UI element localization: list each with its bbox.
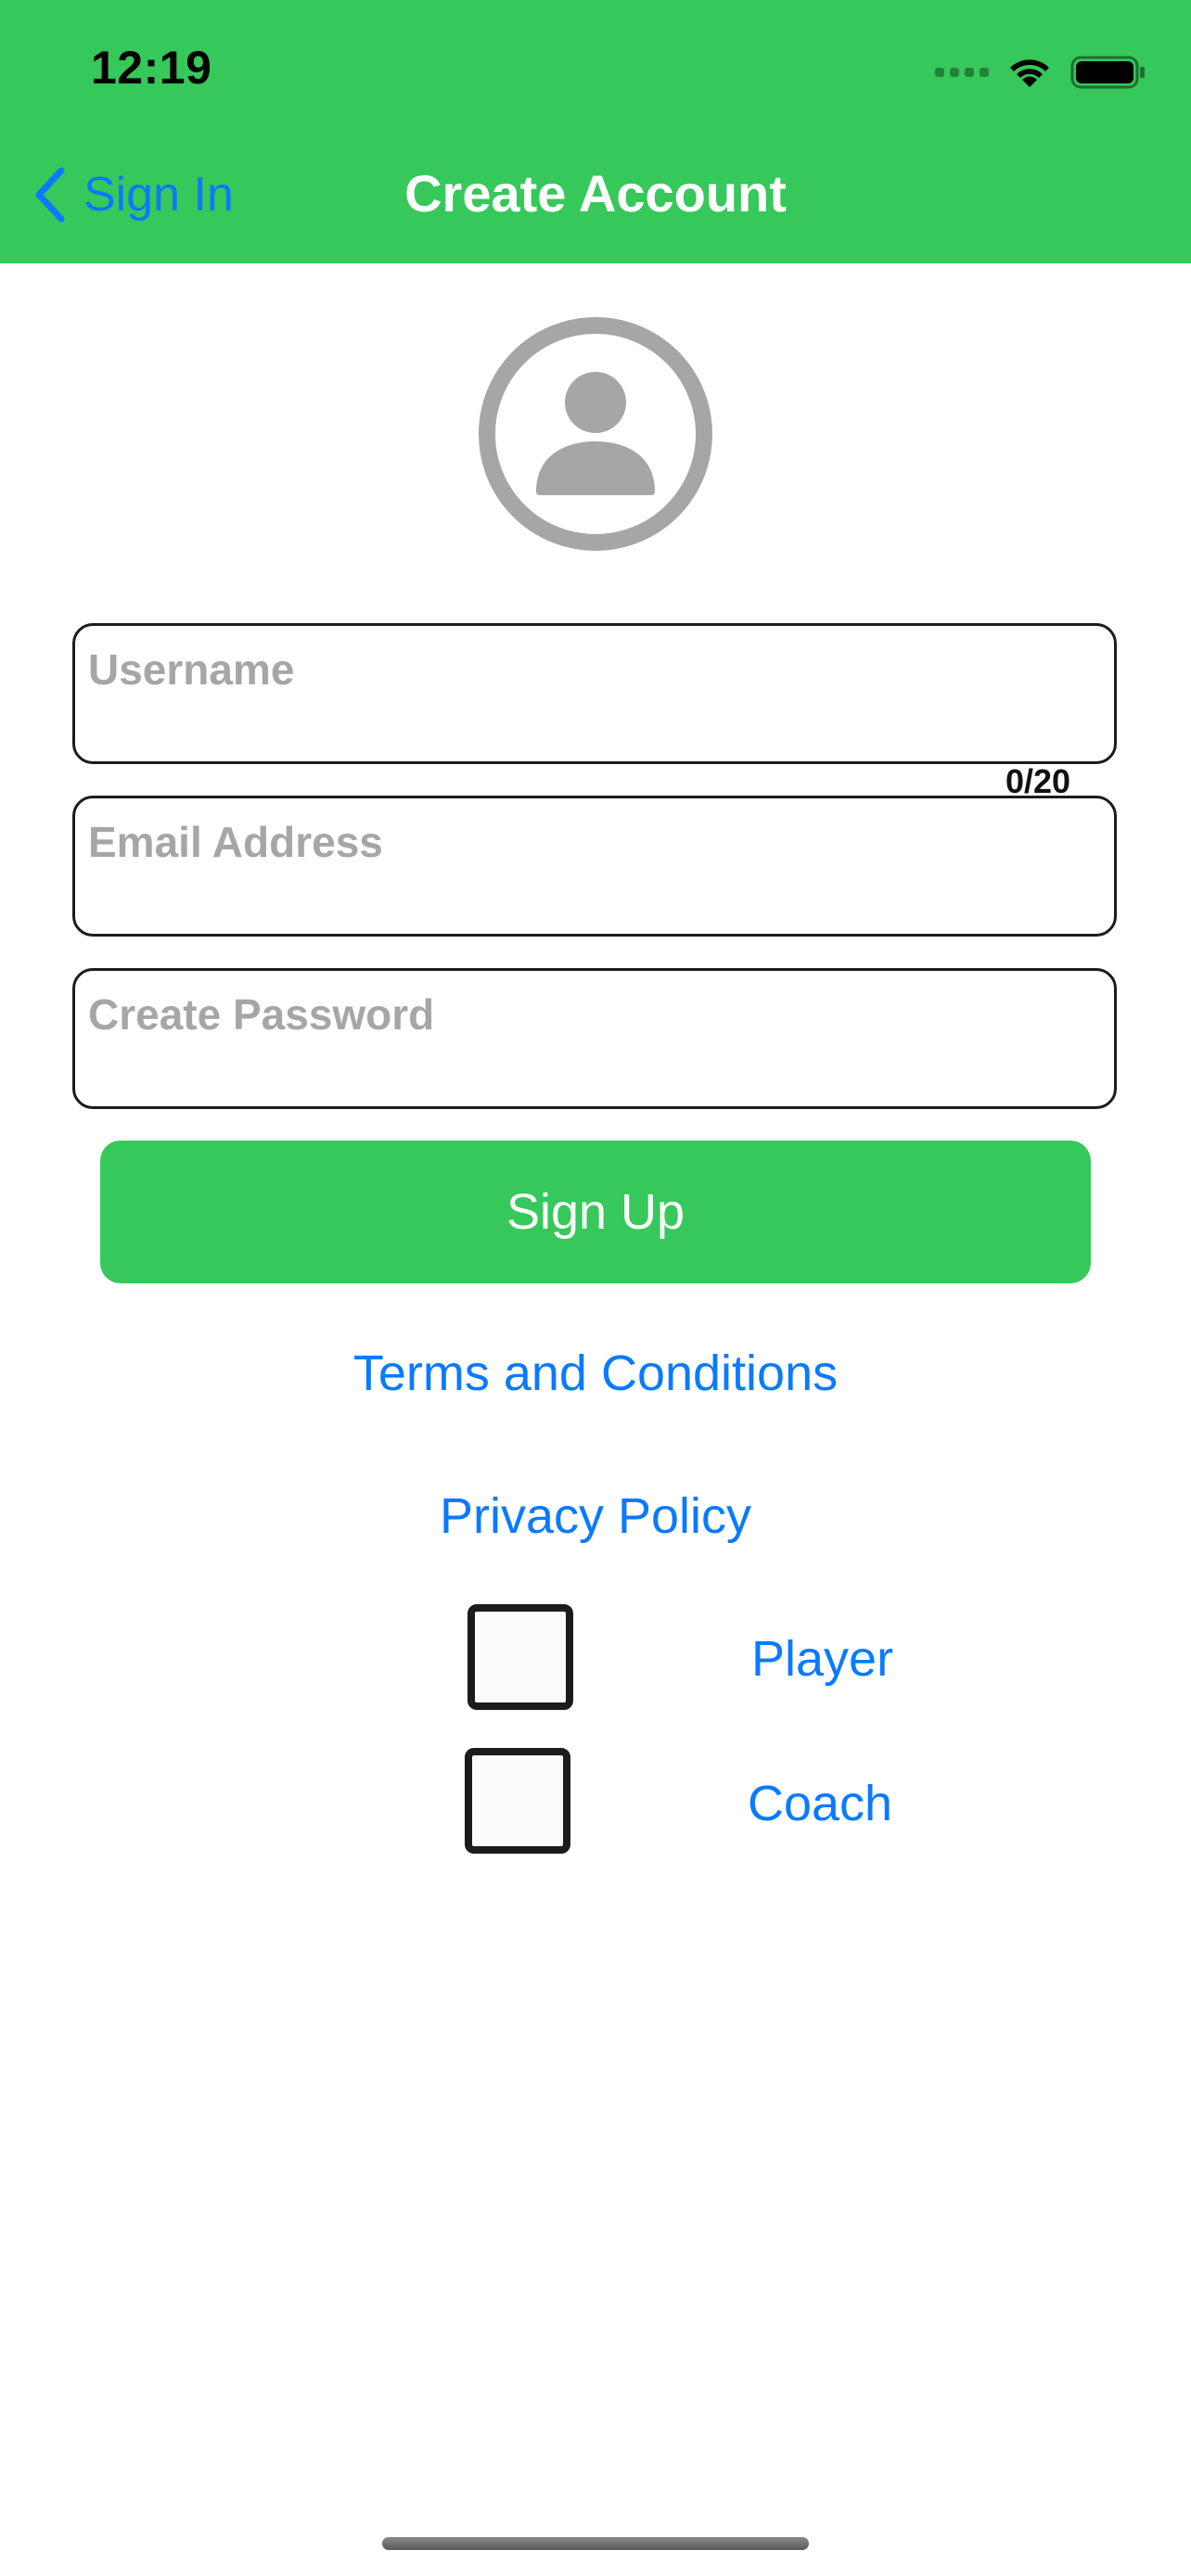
- status-icons: [935, 46, 1146, 98]
- email-input[interactable]: [88, 817, 1090, 867]
- password-input[interactable]: [88, 989, 1090, 1039]
- home-indicator[interactable]: [382, 2537, 809, 2550]
- sign-up-button[interactable]: Sign Up: [100, 1141, 1091, 1283]
- status-time: 12:19: [91, 42, 212, 94]
- coach-label[interactable]: Coach: [748, 1775, 892, 1832]
- wifi-icon: [1010, 59, 1049, 87]
- create-account-screen: 12:19 Sign In Create Account Username 0/…: [0, 0, 1191, 2576]
- battery-icon: [1070, 56, 1145, 89]
- privacy-policy-link[interactable]: Privacy Policy: [0, 1487, 1191, 1545]
- cellular-signal-icon: [935, 68, 989, 77]
- header-bar: 12:19 Sign In Create Account: [0, 0, 1191, 263]
- player-checkbox[interactable]: [467, 1604, 573, 1710]
- player-label[interactable]: Player: [751, 1630, 893, 1688]
- terms-and-conditions-link[interactable]: Terms and Conditions: [0, 1345, 1191, 1402]
- page-title: Create Account: [404, 164, 787, 223]
- username-input[interactable]: [88, 644, 1090, 695]
- coach-checkbox[interactable]: [465, 1748, 570, 1854]
- username-field: [72, 623, 1117, 764]
- password-field: [72, 968, 1117, 1109]
- person-circle-icon[interactable]: [479, 317, 712, 551]
- email-field: [72, 796, 1117, 937]
